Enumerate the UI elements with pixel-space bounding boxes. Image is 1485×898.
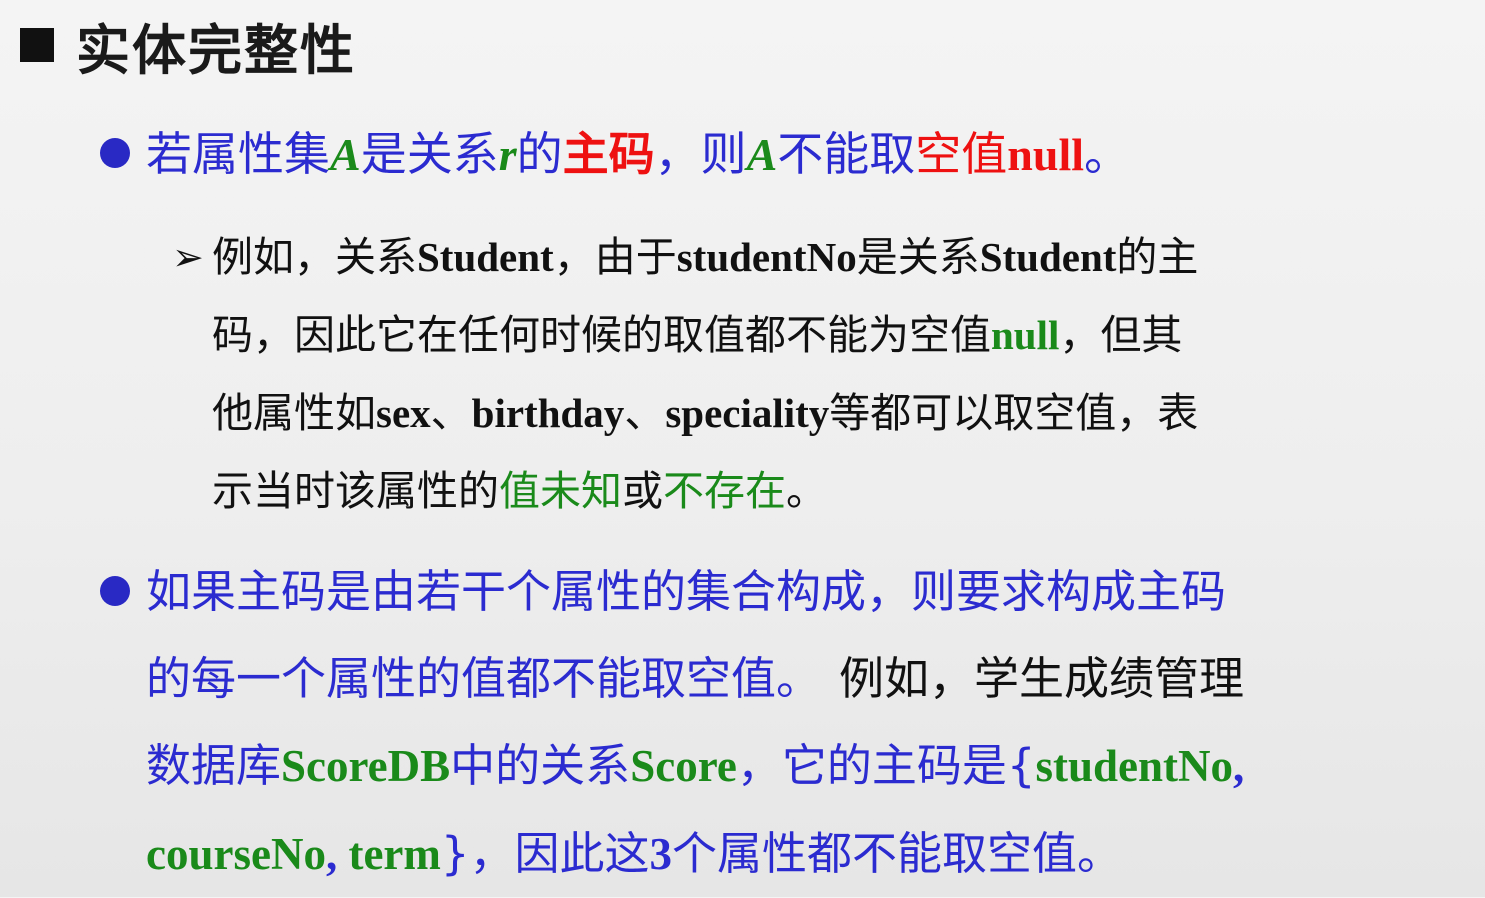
sub-line-4: 示当时该属性的值未知或不存在。 — [212, 467, 827, 515]
b2-line-1: 如果主码是由若干个属性的集合构成，则要求构成主码 — [146, 565, 1227, 618]
arrow-bullet-icon: ➢ — [172, 235, 204, 279]
bullet-primary-key-null: 若属性集A是关系r的主码，则A不能取空值null。 — [100, 122, 1130, 187]
sub-line-2: 码，因此它在任何时候的取值都不能为空值null，但其 — [212, 311, 1183, 359]
slide-heading: 实体完整性 — [20, 12, 356, 82]
b2-line-4: courseNo, term}，因此这3个属性都不能取空值。 — [146, 827, 1123, 880]
blue-round-bullet-icon — [100, 138, 130, 168]
sub-line-3: 他属性如sex、birthday、speciality等都可以取空值，表 — [212, 389, 1199, 437]
bullet1-text: 若属性集A是关系r的主码，则A不能取空值null。 — [146, 127, 1131, 181]
bullet-composite-key: 如果主码是由若干个属性的集合构成，则要求构成主码 的每一个属性的值都不能取空值。… — [100, 548, 1244, 898]
heading-title: 实体完整性 — [76, 18, 356, 82]
sub-item-text: 例如，关系Student，由于studentNo是关系Student的主 码，因… — [212, 218, 1198, 530]
b2-line-2: 的每一个属性的值都不能取空值。 例如，学生成绩管理 — [146, 652, 1245, 705]
black-square-icon — [20, 28, 54, 62]
b2-line-3: 数据库ScoreDB中的关系Score，它的主码是{studentNo, — [146, 739, 1245, 792]
slide: 实体完整性 若属性集A是关系r的主码，则A不能取空值null。 ➢ 例如，关系S… — [0, 0, 1485, 897]
bullet2-text: 如果主码是由若干个属性的集合构成，则要求构成主码 的每一个属性的值都不能取空值。… — [146, 548, 1244, 898]
blue-round-bullet-icon — [100, 576, 130, 606]
sub-line-1: 例如，关系Student，由于studentNo是关系Student的主 — [212, 233, 1199, 281]
